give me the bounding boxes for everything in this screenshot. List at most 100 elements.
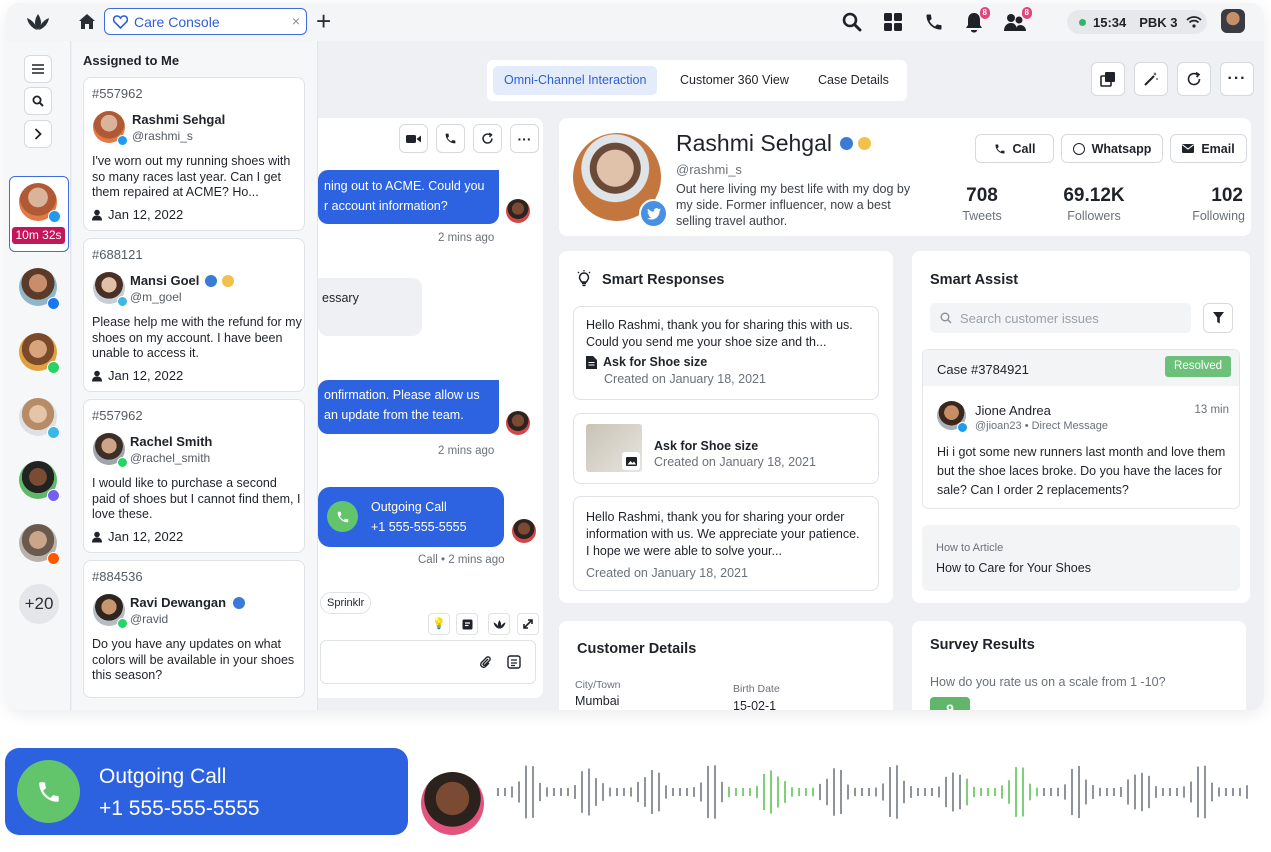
wifi-icon — [1185, 16, 1202, 28]
customer-name: Rachel Smith — [130, 434, 213, 449]
lightbulb-icon[interactable]: 💡 — [428, 613, 450, 635]
case-date: Jan 12, 2022 — [108, 207, 184, 222]
whatsapp-button[interactable]: Whatsapp — [1061, 134, 1163, 163]
assigned-title: Assigned to Me — [83, 53, 180, 68]
message-line: r account information? — [324, 199, 448, 213]
field-label: City/Town — [575, 679, 621, 691]
rail-search-button[interactable] — [24, 87, 52, 115]
case-card[interactable]: #557962 Rachel Smith @rachel_smith I wou… — [83, 399, 305, 553]
more-conversations-count[interactable]: +20 — [19, 584, 59, 624]
tab-case-details[interactable]: Case Details — [818, 66, 889, 95]
refresh-icon — [1186, 71, 1202, 87]
response-text: Hello Rashmi, thank you for sharing this… — [586, 318, 853, 349]
mail-icon — [1182, 144, 1195, 153]
magic-wand-button[interactable] — [1134, 62, 1168, 96]
case-card[interactable]: #884536 Ravi Dewangan @ravid Do you have… — [83, 560, 305, 698]
home-icon[interactable] — [78, 13, 96, 30]
case-id: #557962 — [92, 86, 143, 101]
smart-response-item[interactable]: Hello Rashmi, thank you for sharing your… — [573, 496, 879, 591]
refresh-button[interactable] — [1177, 62, 1211, 96]
filter-button[interactable] — [1203, 303, 1233, 333]
agent-avatar — [506, 411, 530, 435]
shoe-image-icon — [622, 452, 640, 470]
response-title: Ask for Shoe size — [603, 355, 708, 369]
whatsapp-badge-icon — [117, 618, 128, 629]
customer-message-bubble: essary — [318, 278, 422, 336]
whatsapp-label: Whatsapp — [1091, 141, 1152, 156]
conversation-more-button[interactable]: ··· — [510, 124, 539, 153]
survey-score-badge: 9 — [930, 697, 970, 710]
agent-status-pill[interactable]: 15:34 PBK 3 — [1067, 10, 1207, 34]
menu-button[interactable] — [24, 55, 52, 83]
stat-following: 102 Following — [1169, 185, 1249, 223]
pop-out-button[interactable] — [1091, 62, 1125, 96]
more-icon: ··· — [1227, 70, 1247, 87]
close-icon[interactable]: × — [292, 13, 300, 29]
team-icon[interactable]: 8 — [1004, 7, 1032, 32]
stat-value: 69.12K — [1063, 185, 1125, 206]
call-button[interactable]: Call — [975, 134, 1054, 163]
phone-icon — [444, 132, 457, 145]
reply-composer[interactable] — [320, 640, 536, 684]
panel-title: Customer Details — [577, 641, 697, 657]
stat-value: 708 — [966, 185, 998, 206]
agent-message-bubble: onfirmation. Please allow us an update f… — [318, 380, 499, 434]
verified-icon — [233, 596, 246, 609]
smart-response-item[interactable]: Hello Rashmi, thank you for sharing this… — [573, 306, 879, 400]
agent-avatar — [512, 519, 536, 543]
person-icon — [92, 531, 104, 543]
active-conversation-item[interactable]: 10m 32s — [9, 176, 69, 252]
case-card[interactable]: #557962 Rashmi Sehgal @rashmi_s I've wor… — [83, 77, 305, 231]
call-icon-circle[interactable] — [17, 760, 80, 823]
sprinklr-logo-icon[interactable] — [26, 12, 50, 32]
conversation-refresh-button[interactable] — [473, 124, 502, 153]
agent-avatar[interactable] — [1221, 9, 1245, 33]
phone-icon[interactable] — [924, 12, 944, 32]
article-card[interactable]: How to Article How to Care for Your Shoe… — [922, 525, 1240, 591]
notes-icon[interactable] — [456, 613, 478, 635]
expand-rail-button[interactable] — [24, 120, 52, 148]
smart-response-item[interactable]: Ask for Shoe size Created on January 18,… — [573, 413, 879, 484]
attachment-icon[interactable] — [479, 654, 491, 669]
call-label: Call — [1012, 141, 1036, 156]
sprinklr-chip[interactable]: Sprinklr — [320, 592, 372, 614]
customer-handle: @ravid — [130, 612, 169, 626]
tab-care-console[interactable]: Care Console × — [104, 8, 307, 35]
sprinklr-icon[interactable] — [488, 613, 510, 635]
filter-icon — [1212, 312, 1224, 324]
vip-badge-icon — [222, 274, 235, 287]
case-card[interactable]: #688121 Mansi Goel @m_goel Please help m… — [83, 238, 305, 392]
template-icon[interactable] — [507, 655, 521, 669]
email-label: Email — [1201, 141, 1235, 156]
add-tab-button[interactable]: + — [316, 7, 331, 35]
viber-badge-icon — [47, 489, 60, 502]
notification-bell-icon[interactable]: 8 — [964, 7, 990, 33]
twitter-badge-icon — [48, 210, 61, 223]
more-options-button[interactable]: ··· — [1220, 62, 1254, 96]
response-sub: Created on January 18, 2021 — [604, 372, 766, 386]
outgoing-call-bar[interactable]: Outgoing Call +1 555-555-5555 — [5, 748, 408, 835]
outgoing-call-bubble[interactable]: Outgoing Call +1 555-555-5555 — [318, 487, 504, 547]
call-title: Outgoing Call — [99, 765, 227, 788]
field-value: 15-02-1 — [733, 699, 777, 710]
case-card[interactable]: Case #3784921 Resolved Jione Andrea @jio… — [922, 349, 1240, 509]
search-icon[interactable] — [842, 12, 862, 32]
call-meta: Call • 2 mins ago — [418, 554, 505, 566]
expand-icon[interactable] — [517, 613, 539, 635]
heart-icon — [113, 14, 128, 29]
tab-customer-360[interactable]: Customer 360 View — [680, 66, 789, 95]
apps-grid-icon[interactable] — [883, 12, 903, 32]
search-placeholder: Search customer issues — [960, 310, 1099, 326]
voice-call-button[interactable] — [436, 124, 465, 153]
issue-search-input[interactable]: Search customer issues — [930, 303, 1191, 333]
case-message: Do you have any updates on what colors w… — [92, 637, 295, 682]
customer-handle: @rashmi_s — [132, 129, 193, 143]
conversation-rail: 10m 32s +20 — [6, 41, 71, 710]
tab-omni-channel[interactable]: Omni-Channel Interaction — [493, 66, 658, 95]
panel-title: Survey Results — [930, 637, 1035, 653]
video-call-button[interactable] — [399, 124, 428, 153]
whatsapp-icon — [1072, 142, 1085, 155]
verified-icon — [839, 137, 853, 150]
facebook-badge-icon — [47, 297, 60, 310]
email-button[interactable]: Email — [1170, 134, 1247, 163]
